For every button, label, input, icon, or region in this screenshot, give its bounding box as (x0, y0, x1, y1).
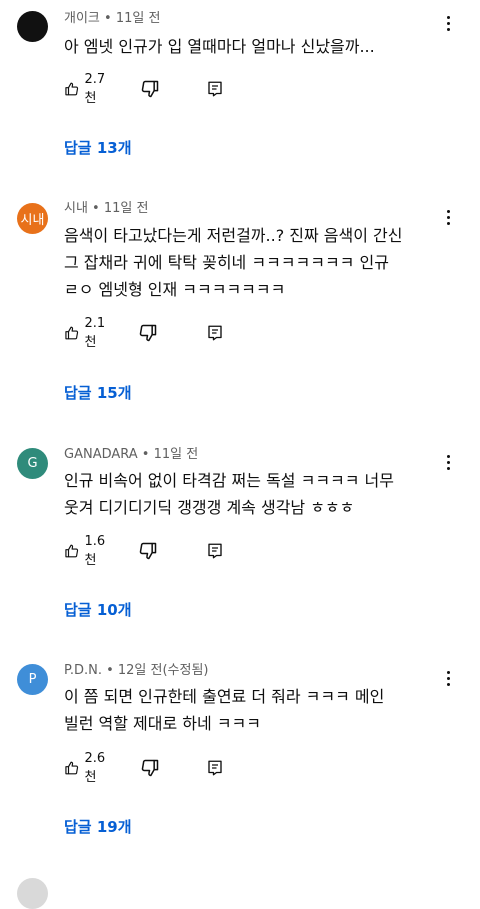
avatar-initials: 시내 (20, 213, 45, 228)
avatar-initials: G (27, 456, 38, 471)
dislike-button[interactable] (140, 78, 160, 100)
thumbs-up-icon (65, 326, 79, 340)
comment-meta: 개이크 • 11일 전 (64, 10, 160, 28)
reply-button[interactable] (206, 757, 224, 779)
avatar[interactable]: G (17, 448, 48, 479)
timestamp[interactable]: 11일 전 (116, 11, 161, 26)
comment-line: 아 엠넷 인규가 입 열때마다 얼마나 신났을까... (64, 37, 375, 56)
like-button[interactable]: 2.6천 (64, 751, 110, 785)
comment-item: G GANADARA • 11일 전 인규 비속어 없이 타격감 쩌는 독설 ㅋ… (0, 446, 480, 626)
author-name[interactable]: GANADARA (64, 447, 138, 462)
like-count: 2.7천 (84, 72, 106, 106)
avatar-initials: P (28, 672, 37, 687)
view-replies-button[interactable]: 답글 19개 (64, 816, 132, 837)
reply-button[interactable] (206, 322, 224, 344)
comment-meta: GANADARA • 11일 전 (64, 446, 198, 464)
thumbs-down-icon (141, 759, 159, 777)
avatar[interactable] (17, 11, 48, 42)
comment-reply-icon (208, 81, 222, 97)
avatar[interactable]: P (17, 664, 48, 695)
comment-reply-icon (208, 543, 222, 559)
meta-separator: • (101, 663, 118, 678)
comment-meta: 시내 • 11일 전 (64, 200, 148, 218)
like-count: 1.6천 (84, 534, 106, 568)
avatar[interactable]: 시내 (17, 203, 48, 234)
comment-reply-icon (208, 325, 222, 341)
comment-item: 시내 시내 • 11일 전 음색이 타고났다는게 저런걸까..? 진짜 음색이 … (0, 200, 480, 410)
comment-text: 인규 비속어 없이 타격감 쩌는 독설 ㅋㅋㅋㅋ 너무 웃겨 디기디기딕 갱갱갱… (64, 467, 449, 521)
comment-text: 아 엠넷 인규가 입 열때마다 얼마나 신났을까... (64, 33, 449, 60)
author-name[interactable]: P.D.N. (64, 663, 102, 678)
timestamp[interactable]: 11일 전 (104, 201, 149, 216)
meta-separator: • (137, 447, 154, 462)
comment-item: P P.D.N. • 12일 전(수정됨) 이 쯤 되면 인규한테 출연료 더 … (0, 662, 480, 847)
author-name[interactable]: 시내 (64, 201, 88, 216)
like-button[interactable]: 2.7천 (64, 72, 110, 106)
view-replies-button[interactable]: 답글 15개 (64, 382, 132, 403)
thumbs-up-icon (65, 82, 79, 96)
comment-line: 이 쯤 되면 인규한테 출연료 더 줘라 ㅋㅋㅋ 메인 (64, 687, 385, 706)
timestamp[interactable]: 11일 전 (154, 447, 199, 462)
timestamp[interactable]: 12일 전(수정됨) (118, 663, 209, 678)
comment-item: 개이크 • 11일 전 아 엠넷 인규가 입 열때마다 얼마나 신났을까... … (0, 10, 480, 160)
comment-line: 빌런 역할 제대로 하네 ㅋㅋㅋ (64, 714, 261, 733)
thumbs-up-icon (65, 544, 79, 558)
meta-separator: • (99, 11, 116, 26)
comment-line: 음색이 타고났다는게 저런걸까..? 진짜 음색이 간신 (64, 226, 403, 245)
thumbs-up-icon (65, 761, 79, 775)
thumbs-down-icon (139, 324, 157, 342)
comment-meta: P.D.N. • 12일 전(수정됨) (64, 662, 209, 680)
like-count: 2.1천 (84, 316, 106, 350)
comment-line: 인규 비속어 없이 타격감 쩌는 독설 ㅋㅋㅋㅋ 너무 (64, 471, 395, 490)
reply-button[interactable] (206, 78, 224, 100)
comment-line: 웃겨 디기디기딕 갱갱갱 계속 생각남 ㅎㅎㅎ (64, 498, 355, 517)
like-button[interactable]: 1.6천 (64, 534, 110, 568)
view-replies-button[interactable]: 답글 10개 (64, 599, 132, 620)
like-count: 2.6천 (84, 751, 106, 785)
dislike-button[interactable] (138, 540, 158, 562)
comment-text: 음색이 타고났다는게 저런걸까..? 진짜 음색이 간신 그 잡채라 귀에 탁탁… (64, 222, 449, 303)
avatar[interactable] (17, 878, 48, 909)
like-button[interactable]: 2.1천 (64, 316, 110, 350)
dislike-button[interactable] (140, 757, 160, 779)
reply-button[interactable] (206, 540, 224, 562)
comment-line: 그 잡채라 귀에 탁탁 꽂히네 ㅋㅋㅋㅋㅋㅋㅋ 인규 (64, 253, 389, 272)
author-name[interactable]: 개이크 (64, 11, 100, 26)
comment-line: ㄹㅇ 엠넷형 인재 ㅋㅋㅋㅋㅋㅋㅋ (64, 280, 286, 299)
more-vertical-icon[interactable] (440, 12, 456, 34)
thumbs-down-icon (139, 542, 157, 560)
view-replies-button[interactable]: 답글 13개 (64, 137, 132, 158)
dislike-button[interactable] (138, 322, 158, 344)
comment-reply-icon (208, 760, 222, 776)
meta-separator: • (87, 201, 104, 216)
comment-text: 이 쯤 되면 인규한테 출연료 더 줘라 ㅋㅋㅋ 메인 빌런 역할 제대로 하네… (64, 683, 449, 737)
thumbs-down-icon (141, 80, 159, 98)
